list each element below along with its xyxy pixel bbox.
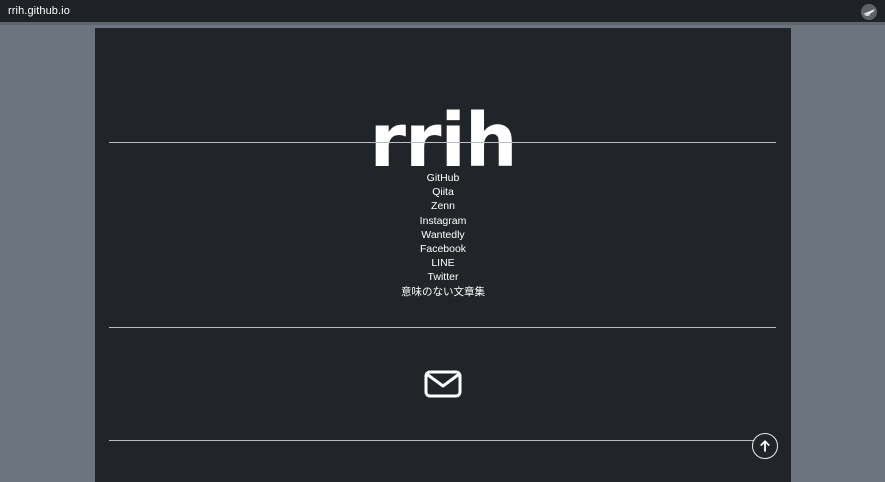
site-title: rrih xyxy=(369,97,517,184)
list-item: Wantedly xyxy=(95,228,791,242)
main-content: rrih GitHub Qiita Zenn Instagram Wantedl… xyxy=(95,28,791,482)
envelope-graphic xyxy=(424,370,462,398)
link-github[interactable]: GitHub xyxy=(427,172,460,184)
window-title: rrih.github.io xyxy=(8,5,70,17)
list-item: LINE xyxy=(95,256,791,270)
divider-top xyxy=(109,142,776,143)
next-section-partial xyxy=(95,477,791,482)
link-facebook[interactable]: Facebook xyxy=(420,243,466,255)
link-instagram[interactable]: Instagram xyxy=(420,215,467,227)
link-line[interactable]: LINE xyxy=(431,257,454,269)
list-item: GitHub xyxy=(95,171,791,185)
link-wantedly[interactable]: Wantedly xyxy=(421,229,464,241)
avatar-icon[interactable] xyxy=(861,4,877,20)
scroll-to-top-button[interactable] xyxy=(752,433,778,459)
link-zenn[interactable]: Zenn xyxy=(431,200,455,212)
browser-topbar: rrih.github.io xyxy=(0,0,885,25)
avatar-image xyxy=(861,4,877,20)
list-item: 意味のない文章集 xyxy=(95,285,791,299)
arrow-up-icon xyxy=(760,440,770,452)
list-item: Instagram xyxy=(95,214,791,228)
list-item: Zenn xyxy=(95,199,791,213)
link-twitter[interactable]: Twitter xyxy=(428,271,459,283)
list-item: Qiita xyxy=(95,185,791,199)
list-item: Facebook xyxy=(95,242,791,256)
social-link-list: GitHub Qiita Zenn Instagram Wantedly Fac… xyxy=(95,171,791,299)
link-meaningless-texts[interactable]: 意味のない文章集 xyxy=(401,286,485,298)
divider-middle xyxy=(109,327,776,328)
link-qiita[interactable]: Qiita xyxy=(432,186,454,198)
list-item: Twitter xyxy=(95,270,791,284)
divider-bottom xyxy=(109,440,776,441)
envelope-icon[interactable] xyxy=(424,370,462,398)
